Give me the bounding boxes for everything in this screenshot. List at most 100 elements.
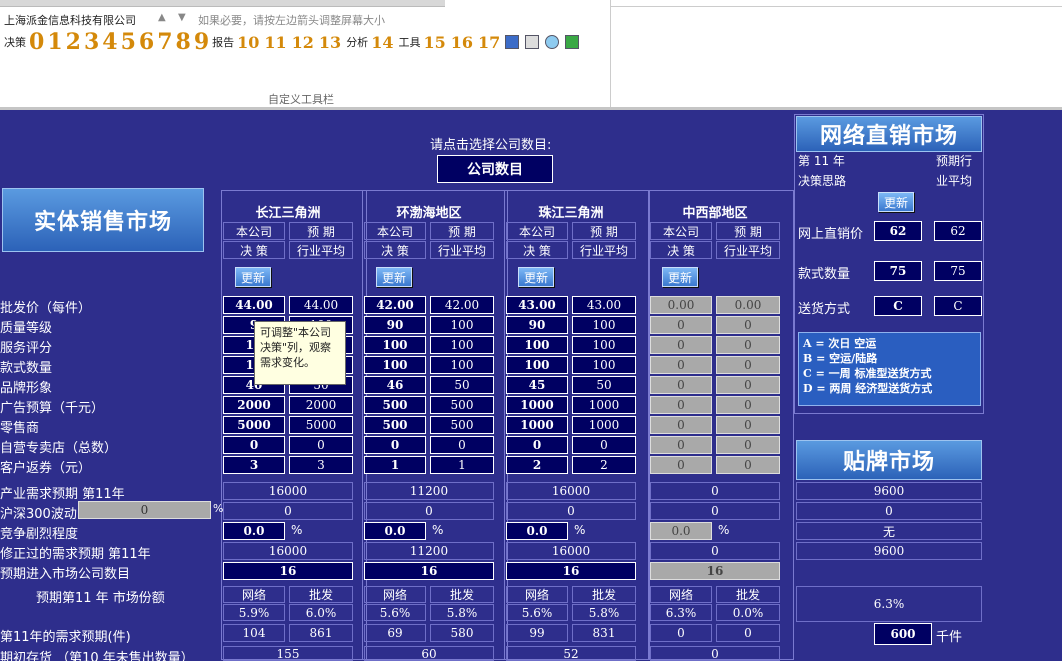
corrected-0: 16000 (223, 542, 353, 560)
update-button-0[interactable]: 更新 (235, 267, 271, 287)
avg-value-2-4: 50 (572, 376, 636, 394)
company-input-2-1[interactable]: 90 (506, 316, 568, 334)
company-input-3-5[interactable]: 0 (650, 396, 712, 414)
tools-label: 工具 (398, 36, 421, 49)
competition-input-0[interactable]: 0.0 (223, 522, 285, 540)
region-name-0: 长江三角洲 (255, 206, 321, 221)
company-input-3-7[interactable]: 0 (650, 436, 712, 454)
tool-nums-btn[interactable]: 15 (423, 33, 445, 52)
firms-1[interactable]: 16 (364, 562, 494, 580)
col-decision-1: 决 策 (364, 241, 426, 259)
dec-nums-btn[interactable]: 0 (29, 29, 44, 55)
company-input-3-2[interactable]: 0 (650, 336, 712, 354)
avg-value-1-3: 100 (430, 356, 494, 374)
firms-0[interactable]: 16 (223, 562, 353, 580)
company-count-button[interactable]: 公司数目 (437, 155, 553, 183)
online-forecast-label: 预期行 (936, 154, 973, 168)
online-price-input[interactable]: 62 (874, 221, 922, 241)
competition-input-1[interactable]: 0.0 (364, 522, 426, 540)
firms-2[interactable]: 16 (506, 562, 636, 580)
company-input-1-3[interactable]: 100 (364, 356, 426, 374)
need-net-1: 69 (364, 624, 426, 642)
hs300-input[interactable]: 0 (78, 501, 211, 519)
dec-nums-btn[interactable]: 1 (47, 29, 62, 55)
ana-nums-btn[interactable]: 14 (371, 33, 393, 52)
dec-nums-btn[interactable]: 2 (66, 29, 81, 55)
legend-c: C = 一周 标准型送货方式 (803, 367, 932, 380)
company-input-2-2[interactable]: 100 (506, 336, 568, 354)
competition-input-2[interactable]: 0.0 (506, 522, 568, 540)
col-company-1: 本公司 (364, 222, 426, 240)
company-input-2-7[interactable]: 0 (506, 436, 568, 454)
avg-value-2-8: 2 (572, 456, 636, 474)
avg-value-2-0: 43.00 (572, 296, 636, 314)
legend-a: A = 次日 空运 (803, 337, 877, 350)
dec-nums-btn[interactable]: 6 (139, 29, 154, 55)
print-icon[interactable] (525, 35, 540, 49)
need-wh-2: 831 (572, 624, 636, 642)
dec-nums-btn[interactable]: 4 (102, 29, 117, 55)
rep-nums-btn[interactable]: 13 (319, 33, 341, 52)
row-label-6: 零售商 (0, 421, 40, 436)
corrected-2: 16000 (506, 542, 636, 560)
company-input-1-7[interactable]: 0 (364, 436, 426, 454)
tool-nums-btn[interactable]: 16 (451, 33, 473, 52)
update-button-3[interactable]: 更新 (662, 267, 698, 287)
rep-nums-btn[interactable]: 10 (237, 33, 259, 52)
company-input-3-6[interactable]: 0 (650, 416, 712, 434)
company-input-1-5[interactable]: 500 (364, 396, 426, 414)
arrow-down-icon[interactable]: ▼ (178, 12, 186, 23)
company-input-3-4[interactable]: 0 (650, 376, 712, 394)
company-input-1-4[interactable]: 46 (364, 376, 426, 394)
toolbar-caption: 自定义工具栏 (268, 93, 334, 106)
dec-nums-btn[interactable]: 9 (194, 29, 209, 55)
online-update-button[interactable]: 更新 (878, 192, 914, 212)
company-input-1-0[interactable]: 42.00 (364, 296, 426, 314)
dec-nums-btn[interactable]: 5 (121, 29, 136, 55)
col-company-0: 本公司 (223, 222, 285, 240)
share-net-label-2: 网络 (506, 586, 568, 603)
company-input-2-3[interactable]: 100 (506, 356, 568, 374)
company-input-1-8[interactable]: 1 (364, 456, 426, 474)
dec-nums-btn[interactable]: 8 (176, 29, 191, 55)
company-input-0-8[interactable]: 3 (223, 456, 285, 474)
company-input-1-1[interactable]: 90 (364, 316, 426, 334)
refresh-icon[interactable] (565, 35, 580, 49)
oem-need-input[interactable]: 600 (874, 623, 932, 645)
rep-nums-btn[interactable]: 11 (264, 33, 286, 52)
company-input-3-8[interactable]: 0 (650, 456, 712, 474)
company-input-1-2[interactable]: 100 (364, 336, 426, 354)
company-input-3-0[interactable]: 0.00 (650, 296, 712, 314)
online-delivery-input[interactable]: C (874, 296, 922, 316)
company-input-0-0[interactable]: 44.00 (223, 296, 285, 314)
update-button-1[interactable]: 更新 (376, 267, 412, 287)
report-numbers: 10 11 12 13 (237, 33, 346, 52)
company-input-2-4[interactable]: 45 (506, 376, 568, 394)
company-input-0-7[interactable]: 0 (223, 436, 285, 454)
company-input-3-1[interactable]: 0 (650, 316, 712, 334)
firms-3[interactable]: 16 (650, 562, 780, 580)
avg-value-2-1: 100 (572, 316, 636, 334)
company-input-2-0[interactable]: 43.00 (506, 296, 568, 314)
rep-nums-btn[interactable]: 12 (292, 33, 314, 52)
online-styles-input[interactable]: 75 (874, 261, 922, 281)
company-input-2-6[interactable]: 1000 (506, 416, 568, 434)
company-input-1-6[interactable]: 500 (364, 416, 426, 434)
company-input-0-6[interactable]: 5000 (223, 416, 285, 434)
company-input-0-5[interactable]: 2000 (223, 396, 285, 414)
avg-value-1-2: 100 (430, 336, 494, 354)
company-input-3-3[interactable]: 0 (650, 356, 712, 374)
company-input-2-5[interactable]: 1000 (506, 396, 568, 414)
calculator-icon[interactable] (505, 35, 520, 49)
update-button-2[interactable]: 更新 (518, 267, 554, 287)
dec-nums-btn[interactable]: 7 (157, 29, 172, 55)
company-input-2-8[interactable]: 2 (506, 456, 568, 474)
globe-icon[interactable] (545, 35, 560, 49)
need-wh-1: 580 (430, 624, 494, 642)
region-name-3: 中西部地区 (682, 206, 748, 221)
competition-input-3[interactable]: 0.0 (650, 522, 712, 540)
hs300-2: 0 (506, 502, 636, 520)
tool-nums-btn[interactable]: 17 (478, 33, 500, 52)
arrow-up-icon[interactable]: ▲ (158, 12, 166, 23)
dec-nums-btn[interactable]: 3 (84, 29, 99, 55)
